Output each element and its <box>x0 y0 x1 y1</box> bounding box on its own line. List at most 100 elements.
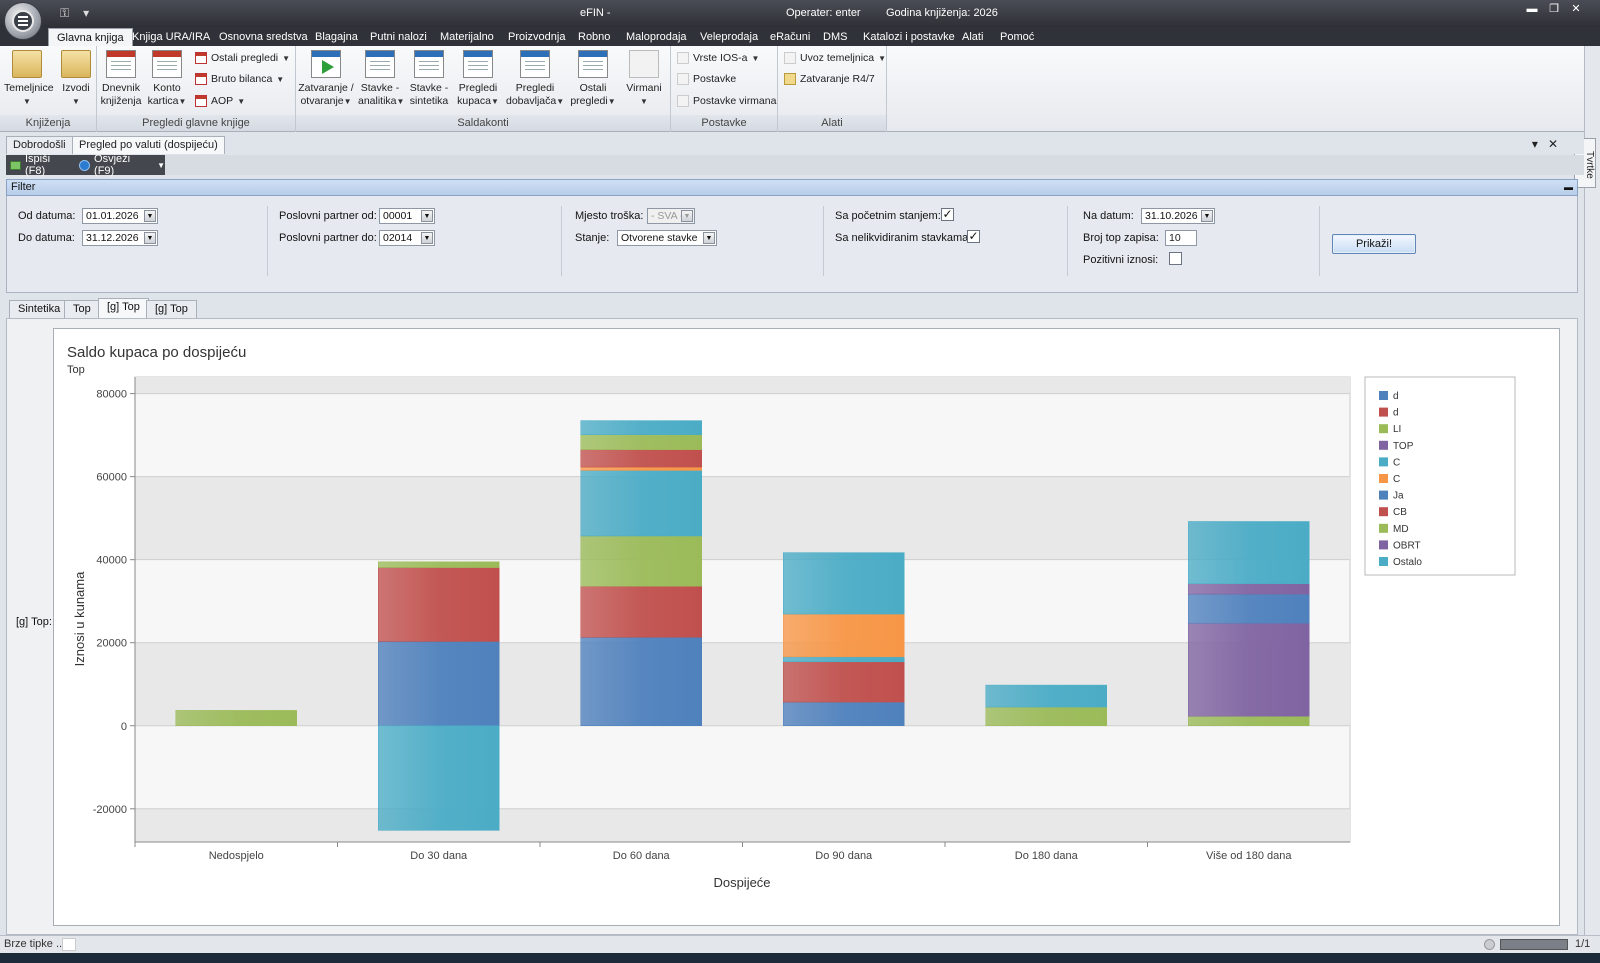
ostali-pregledi-button[interactable]: Ostali pregledi ▼ <box>195 52 290 64</box>
chevron-down-icon[interactable]: ▼ <box>144 210 156 222</box>
tab-g-top[interactable]: [g] Top <box>146 300 197 318</box>
virmani-button[interactable]: Virmani ▼ <box>622 50 666 108</box>
ribbon-tab-pomoc[interactable]: Pomoć <box>1000 30 1034 44</box>
bar-segment <box>580 637 702 726</box>
tab-sintetika[interactable]: Sintetika <box>9 300 70 318</box>
plot-background <box>134 376 1351 843</box>
zatvaranje-r47-icon <box>784 73 796 85</box>
pregledi-dobavljaca-button[interactable]: Pregledi dobavljača▼ <box>506 50 564 108</box>
konto-kartica-button[interactable]: Konto kartica▼ <box>147 50 187 108</box>
zatvaranje-otvaranje-button[interactable]: Zatvaranje / otvaranje▼ <box>298 50 354 108</box>
ribbon-tab-materijalno[interactable]: Materijalno <box>440 30 494 44</box>
ribbon-tab-knjiga-ura-ira[interactable]: Knjiga URA/IRA <box>132 30 210 44</box>
print-icon <box>10 160 21 170</box>
nelikvidirano-checkbox[interactable]: ✓ <box>967 230 980 243</box>
aop-button[interactable]: AOP ▼ <box>195 95 245 107</box>
legend-label: Ja <box>1393 491 1404 502</box>
status-bar: Brze tipke ... 1/1 <box>0 935 1600 953</box>
tab-top[interactable]: Top <box>64 300 100 318</box>
ribbon-tab-blagajna[interactable]: Blagajna <box>315 30 358 44</box>
application-menu-button[interactable] <box>4 2 42 40</box>
stavke-analitika-button[interactable]: Stavke - analitika▼ <box>358 50 404 108</box>
customize-arrow-icon[interactable]: ▾ <box>83 6 89 20</box>
ribbon-tab-robno[interactable]: Robno <box>578 30 610 44</box>
bar-segment <box>580 449 702 468</box>
chevron-down-icon[interactable]: ▼ <box>703 232 715 244</box>
zatvaranje-r47-button[interactable]: Zatvaranje R4/7 <box>784 73 875 85</box>
chevron-down-icon[interactable]: ▼ <box>681 210 693 222</box>
zatvaranje-icon <box>311 50 341 78</box>
refresh-icon <box>79 159 91 171</box>
tab-list-dropdown-icon[interactable]: ▾ <box>1532 137 1538 151</box>
bruto-bilanca-button[interactable]: Bruto bilanca ▼ <box>195 73 284 85</box>
od-datuma-field[interactable]: 01.01.2026 ▼ <box>82 208 158 224</box>
partner-do-field[interactable]: 02014 ▼ <box>379 230 435 246</box>
ribbon-tab-maloprodaja[interactable]: Maloprodaja <box>626 30 687 44</box>
print-button[interactable]: Ispiši (F8) <box>10 153 73 177</box>
temeljnice-button[interactable]: Temeljnice ▼ <box>4 50 54 108</box>
close-document-icon[interactable]: ✕ <box>1548 137 1558 151</box>
restore-icon[interactable]: ❐ <box>1546 2 1562 16</box>
ribbon-tab-eracuni[interactable]: eRačuni <box>770 30 810 44</box>
minimize-icon[interactable]: ▬ <box>1524 2 1540 16</box>
mjesto-troska-field[interactable]: - SVA - ▼ <box>647 208 695 224</box>
bruto-bilanca-label: Bruto bilanca <box>211 73 273 85</box>
doc-tab-dobrodosli[interactable]: Dobrodošli <box>6 136 73 154</box>
temeljnice-label: Temeljnice <box>4 82 54 94</box>
prikazi-button[interactable]: Prikaži! <box>1332 234 1416 254</box>
postavke-virmana-button[interactable]: Postavke virmana <box>677 95 776 107</box>
pocetno-stanje-checkbox[interactable]: ✓ <box>941 208 954 221</box>
stanje-field[interactable]: Otvorene stavke ▼ <box>617 230 717 246</box>
postavke-button[interactable]: Postavke <box>677 73 736 85</box>
chevron-down-icon[interactable]: ▼ <box>421 232 433 244</box>
x-tick-label: Do 30 dana <box>410 850 468 862</box>
izvodi-button[interactable]: Izvodi ▼ <box>56 50 96 108</box>
ribbon-tab-glavna-knjiga[interactable]: Glavna knjiga <box>48 28 133 46</box>
pocetno-stanje-label: Sa početnim stanjem: <box>835 210 941 222</box>
stavke-analitika-icon <box>365 50 395 78</box>
uvoz-temeljnica-button[interactable]: Uvoz temeljnica ▼ <box>784 52 886 64</box>
y-tick-label: 0 <box>121 721 127 733</box>
vrste-ios-button[interactable]: Vrste IOS-a ▼ <box>677 52 759 64</box>
bar-segment <box>783 552 905 615</box>
doc-tab-pregled-po-valuti[interactable]: Pregled po valuti (dospijeću) <box>72 136 225 154</box>
ribbon-tab-proizvodnja[interactable]: Proizvodnja <box>508 30 565 44</box>
brze-tipke-input[interactable] <box>62 938 76 951</box>
chevron-down-icon[interactable]: ▼ <box>421 210 433 222</box>
bar-segment <box>378 641 500 726</box>
chevron-down-icon[interactable]: ▼ <box>144 232 156 244</box>
do-datuma-field[interactable]: 31.12.2026 ▼ <box>82 230 158 246</box>
ribbon-tab-dms[interactable]: DMS <box>823 30 847 44</box>
filter-header[interactable]: Filter ▬ <box>6 179 1578 196</box>
close-icon[interactable]: ✕ <box>1568 2 1584 16</box>
chart-container: Saldo kupaca po dospijeću Top -20000 0 200… <box>53 328 1560 926</box>
ostali-pregledi-saldakonti-button[interactable]: Ostali pregledi▼ <box>570 50 616 108</box>
partner-od-field[interactable]: 00001 ▼ <box>379 208 435 224</box>
dnevnik-label-2: knjiženja <box>100 95 142 107</box>
stanje-value: Otvorene stavke <box>621 232 698 244</box>
ribbon-tab-osnovna-sredstva[interactable]: Osnovna sredstva <box>219 30 308 44</box>
dnevnik-knjizenja-button[interactable]: Dnevnik knjiženja <box>99 50 143 108</box>
key-icon[interactable]: ⚿ <box>60 6 69 21</box>
tab-g-top-active[interactable]: [g] Top <box>98 298 149 318</box>
bar-segment <box>580 586 702 638</box>
pin-icon[interactable]: ▬ <box>1564 180 1573 195</box>
legend-swatch <box>1379 507 1388 517</box>
refresh-button[interactable]: Osvježi (F9) ▼ <box>79 153 165 177</box>
pozitivni-iznosi-checkbox[interactable] <box>1169 252 1182 265</box>
ribbon-tab-alati[interactable]: Alati <box>962 30 983 44</box>
pregledi-kupaca-button[interactable]: Pregledi kupaca▼ <box>456 50 500 108</box>
plot-band <box>135 476 1350 560</box>
bar-segment <box>1188 622 1310 717</box>
stavke-sintetika-icon <box>414 50 444 78</box>
ribbon-tab-putni-nalozi[interactable]: Putni nalozi <box>370 30 427 44</box>
broj-top-field[interactable]: 10 <box>1165 230 1197 246</box>
ribbon-tab-katalozi[interactable]: Katalozi i postavke <box>863 30 955 44</box>
chevron-down-icon[interactable]: ▼ <box>157 161 165 170</box>
bar-segment <box>783 701 905 726</box>
ribbon-tab-veleprodaja[interactable]: Veleprodaja <box>700 30 758 44</box>
na-datum-field[interactable]: 31.10.2026 ▼ <box>1141 208 1215 224</box>
stavke-sintetika-button[interactable]: Stavke - sintetika <box>408 50 450 108</box>
zatvaranje-label-2: otvaranje▼ <box>300 95 352 107</box>
chevron-down-icon[interactable]: ▼ <box>1201 210 1213 222</box>
